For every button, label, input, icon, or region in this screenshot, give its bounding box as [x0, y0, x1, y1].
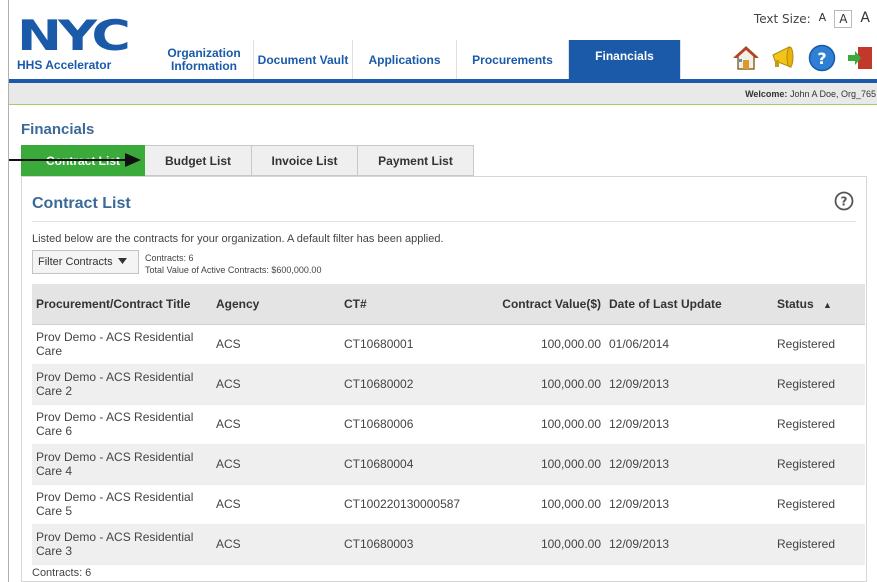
cell-last-update: 01/06/2014: [605, 324, 773, 365]
cell-ct-number: CT10680003: [340, 524, 482, 565]
subtab-budget-list[interactable]: Budget List: [145, 145, 252, 176]
cell-contract-value: 100,000.00: [482, 364, 605, 405]
column-header-status[interactable]: Status ▲: [773, 284, 865, 325]
cell-ct-number: CT10680006: [340, 404, 482, 445]
cell-contract-title[interactable]: Prov Demo - ACS Residential Care 5: [32, 484, 212, 525]
total-active-value: Total Value of Active Contracts: $600,00…: [145, 265, 322, 275]
column-header-last-update[interactable]: Date of Last Update: [605, 284, 773, 325]
header-icons: ?: [732, 44, 874, 72]
table-row[interactable]: Prov Demo - ACS Residential Care 4 ACS CT1…: [32, 444, 865, 485]
cell-agency: ACS: [212, 364, 340, 405]
cell-agency: ACS: [212, 484, 340, 525]
table-row[interactable]: Prov Demo - ACS Residential Care 2 ACS CT1…: [32, 364, 865, 405]
cell-last-update: 12/09/2013: [605, 524, 773, 565]
status-header-label: Status: [777, 296, 814, 311]
cell-agency: ACS: [212, 524, 340, 565]
home-icon[interactable]: [732, 44, 760, 72]
header: NYC HHS Accelerator Text Size: A A A Org…: [9, 0, 877, 83]
text-size-control: Text Size: A A A: [754, 10, 874, 28]
filter-contracts-label: Filter Contracts: [38, 256, 113, 268]
svg-text:?: ?: [817, 49, 826, 68]
nav-tab-applications[interactable]: Applications: [353, 40, 457, 80]
welcome-user: John A Doe, Org_765: [789, 89, 876, 99]
nav-tab-procurements[interactable]: Procurements: [457, 40, 569, 80]
page-title: Financials: [21, 121, 95, 138]
filter-contracts-button[interactable]: Filter Contracts: [32, 250, 139, 274]
logo-subtitle: HHS Accelerator: [17, 58, 112, 72]
panel-help-icon[interactable]: ?: [834, 191, 854, 215]
table-row[interactable]: Prov Demo - ACS Residential Care 6 ACS CT1…: [32, 404, 865, 445]
cell-contract-value: 100,000.00: [482, 324, 605, 365]
sort-ascending-icon: ▲: [823, 299, 832, 310]
nyc-hhs-logo[interactable]: NYC HHS Accelerator: [15, 14, 133, 74]
subtab-payment-list[interactable]: Payment List: [358, 145, 474, 176]
cell-agency: ACS: [212, 324, 340, 365]
cell-status: Registered: [773, 484, 865, 525]
contracts-count: Contracts: 6: [145, 253, 194, 263]
chevron-down-icon: [117, 256, 127, 268]
cell-contract-title[interactable]: Prov Demo - ACS Residential Care: [32, 324, 212, 365]
nav-tab-document-vault[interactable]: Document Vault: [254, 40, 353, 80]
app-window: NYC HHS Accelerator Text Size: A A A Org…: [8, 0, 877, 582]
cell-contract-value: 100,000.00: [482, 404, 605, 445]
cell-contract-title[interactable]: Prov Demo - ACS Residential Care 3: [32, 524, 212, 565]
cell-last-update: 12/09/2013: [605, 444, 773, 485]
panel-description: Listed below are the contracts for your …: [32, 233, 444, 245]
announcements-icon[interactable]: [770, 44, 798, 72]
text-size-large-button[interactable]: A: [856, 10, 874, 28]
column-header-contract-value[interactable]: Contract Value($): [482, 284, 605, 325]
cell-status: Registered: [773, 444, 865, 485]
text-size-medium-button[interactable]: A: [834, 10, 853, 28]
subtab-invoice-list[interactable]: Invoice List: [252, 145, 358, 176]
cell-ct-number: CT10680002: [340, 364, 482, 405]
cell-ct-number: CT100220130000587: [340, 484, 482, 525]
welcome-label: Welcome:: [745, 89, 788, 99]
column-header-ct[interactable]: CT#: [340, 284, 482, 325]
panel-divider: [32, 221, 856, 222]
logout-icon[interactable]: [846, 44, 874, 72]
contract-list-panel: Contract List ? Listed below are the con…: [21, 176, 867, 582]
nav-tab-financials[interactable]: Financials: [569, 40, 681, 80]
table-row[interactable]: Prov Demo - ACS Residential Care ACS CT106…: [32, 324, 865, 365]
contract-summary: Contracts: 6 Total Value of Active Contr…: [145, 252, 321, 276]
cell-last-update: 12/09/2013: [605, 404, 773, 445]
cell-status: Registered: [773, 364, 865, 405]
table-row[interactable]: Prov Demo - ACS Residential Care 5 ACS CT1…: [32, 484, 865, 525]
cell-contract-title[interactable]: Prov Demo - ACS Residential Care 4: [32, 444, 212, 485]
annotation-arrow-icon: [9, 153, 141, 167]
text-size-small-button[interactable]: A: [814, 10, 831, 28]
cell-last-update: 12/09/2013: [605, 364, 773, 405]
cell-status: Registered: [773, 524, 865, 565]
main-nav: Organization Information Document Vault …: [155, 40, 681, 80]
cell-contract-value: 100,000.00: [482, 524, 605, 565]
cell-ct-number: CT10680001: [340, 324, 482, 365]
help-icon[interactable]: ?: [808, 44, 836, 72]
cell-status: Registered: [773, 404, 865, 445]
logo-text: NYC: [17, 11, 131, 60]
welcome-bar: Welcome: John A Doe, Org_765: [9, 83, 877, 105]
table-header-row: Procurement/Contract Title Agency CT# Co…: [32, 284, 865, 325]
contracts-table: Procurement/Contract Title Agency CT# Co…: [32, 284, 865, 565]
cell-contract-title[interactable]: Prov Demo - ACS Residential Care 6: [32, 404, 212, 445]
svg-text:?: ?: [841, 195, 848, 209]
column-header-title[interactable]: Procurement/Contract Title: [32, 284, 212, 325]
cell-ct-number: CT10680004: [340, 444, 482, 485]
table-row[interactable]: Prov Demo - ACS Residential Care 3 ACS CT1…: [32, 524, 865, 565]
nav-tab-organization-information[interactable]: Organization Information: [155, 40, 254, 80]
contracts-footer-count: Contracts: 6: [32, 567, 92, 579]
cell-agency: ACS: [212, 404, 340, 445]
cell-contract-value: 100,000.00: [482, 484, 605, 525]
cell-contract-title[interactable]: Prov Demo - ACS Residential Care 2: [32, 364, 212, 405]
column-header-agency[interactable]: Agency: [212, 284, 340, 325]
cell-contract-value: 100,000.00: [482, 444, 605, 485]
cell-agency: ACS: [212, 444, 340, 485]
cell-last-update: 12/09/2013: [605, 484, 773, 525]
text-size-label: Text Size:: [753, 12, 811, 26]
panel-title: Contract List: [32, 195, 131, 212]
cell-status: Registered: [773, 324, 865, 365]
